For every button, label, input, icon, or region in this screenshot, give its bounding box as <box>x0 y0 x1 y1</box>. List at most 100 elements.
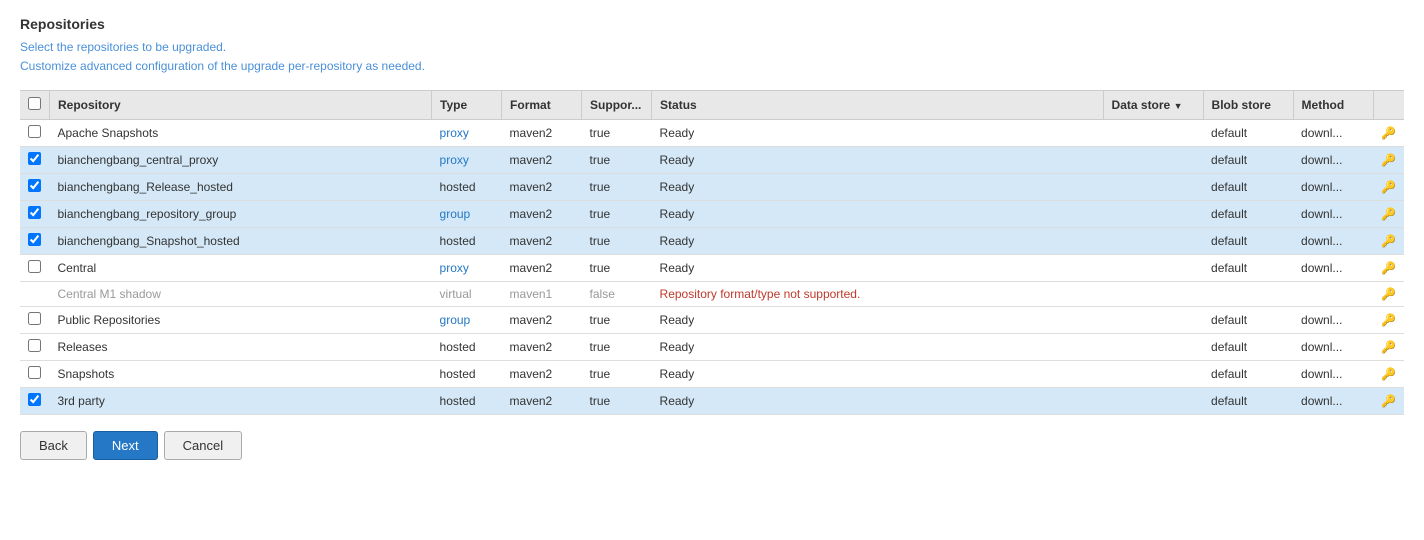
row-repository: Central <box>50 255 432 282</box>
select-all-checkbox[interactable] <box>28 97 41 110</box>
key-icon[interactable]: 🔑 <box>1381 367 1396 381</box>
row-checkbox[interactable] <box>28 339 41 352</box>
row-checkbox[interactable] <box>28 312 41 325</box>
row-type: proxy <box>432 147 502 174</box>
row-checkbox-cell[interactable] <box>20 388 50 415</box>
row-action[interactable]: 🔑 <box>1373 307 1404 334</box>
row-checkbox[interactable] <box>28 366 41 379</box>
row-datastore <box>1103 147 1203 174</box>
row-type: group <box>432 201 502 228</box>
row-support: true <box>582 120 652 147</box>
row-status: Ready <box>652 174 1104 201</box>
table-row: Snapshotshostedmaven2trueReadydefaultdow… <box>20 361 1404 388</box>
row-method: downl... <box>1293 307 1373 334</box>
table-row: bianchengbang_repository_groupgroupmaven… <box>20 201 1404 228</box>
key-icon[interactable]: 🔑 <box>1381 234 1396 248</box>
key-icon[interactable]: 🔑 <box>1381 180 1396 194</box>
row-datastore <box>1103 255 1203 282</box>
row-checkbox[interactable] <box>28 393 41 406</box>
row-repository: bianchengbang_central_proxy <box>50 147 432 174</box>
key-icon[interactable]: 🔑 <box>1381 313 1396 327</box>
key-icon[interactable]: 🔑 <box>1381 126 1396 140</box>
row-method: downl... <box>1293 255 1373 282</box>
col-header-support: Suppor... <box>582 91 652 120</box>
row-repository: bianchengbang_Release_hosted <box>50 174 432 201</box>
row-type: proxy <box>432 255 502 282</box>
row-checkbox-cell[interactable] <box>20 174 50 201</box>
row-status: Repository format/type not supported. <box>652 282 1104 307</box>
row-datastore <box>1103 282 1203 307</box>
row-support: true <box>582 228 652 255</box>
col-header-method: Method <box>1293 91 1373 120</box>
col-header-checkbox[interactable] <box>20 91 50 120</box>
row-action[interactable]: 🔑 <box>1373 147 1404 174</box>
row-checkbox-cell[interactable] <box>20 334 50 361</box>
row-datastore <box>1103 361 1203 388</box>
row-checkbox-cell[interactable] <box>20 282 50 307</box>
key-icon[interactable]: 🔑 <box>1381 394 1396 408</box>
row-datastore <box>1103 388 1203 415</box>
key-icon[interactable]: 🔑 <box>1381 261 1396 275</box>
table-row: Central M1 shadowvirtualmaven1falseRepos… <box>20 282 1404 307</box>
row-action[interactable]: 🔑 <box>1373 174 1404 201</box>
row-format: maven2 <box>502 388 582 415</box>
key-icon[interactable]: 🔑 <box>1381 153 1396 167</box>
key-icon[interactable]: 🔑 <box>1381 340 1396 354</box>
row-checkbox[interactable] <box>28 179 41 192</box>
row-status: Ready <box>652 228 1104 255</box>
row-status: Ready <box>652 201 1104 228</box>
row-action[interactable]: 🔑 <box>1373 228 1404 255</box>
row-action[interactable]: 🔑 <box>1373 255 1404 282</box>
row-blobstore: default <box>1203 255 1293 282</box>
row-format: maven2 <box>502 255 582 282</box>
next-button[interactable]: Next <box>93 431 158 460</box>
subtitle: Select the repositories to be upgraded. … <box>20 38 1404 76</box>
row-action[interactable]: 🔑 <box>1373 120 1404 147</box>
row-blobstore <box>1203 282 1293 307</box>
row-action[interactable]: 🔑 <box>1373 201 1404 228</box>
row-format: maven2 <box>502 228 582 255</box>
row-repository: Apache Snapshots <box>50 120 432 147</box>
row-checkbox[interactable] <box>28 260 41 273</box>
row-action[interactable]: 🔑 <box>1373 334 1404 361</box>
row-datastore <box>1103 334 1203 361</box>
row-status: Ready <box>652 307 1104 334</box>
row-support: true <box>582 307 652 334</box>
col-header-blobstore: Blob store <box>1203 91 1293 120</box>
row-status: Ready <box>652 388 1104 415</box>
table-row: Centralproxymaven2trueReadydefaultdownl.… <box>20 255 1404 282</box>
row-support: true <box>582 255 652 282</box>
row-method: downl... <box>1293 174 1373 201</box>
row-type: virtual <box>432 282 502 307</box>
row-blobstore: default <box>1203 334 1293 361</box>
row-checkbox[interactable] <box>28 206 41 219</box>
row-checkbox[interactable] <box>28 233 41 246</box>
row-checkbox-cell[interactable] <box>20 307 50 334</box>
row-checkbox-cell[interactable] <box>20 201 50 228</box>
col-header-status: Status <box>652 91 1104 120</box>
row-checkbox-cell[interactable] <box>20 361 50 388</box>
row-action[interactable]: 🔑 <box>1373 388 1404 415</box>
row-action[interactable]: 🔑 <box>1373 361 1404 388</box>
back-button[interactable]: Back <box>20 431 87 460</box>
col-header-datastore[interactable]: Data store ▼ <box>1103 91 1203 120</box>
row-action: 🔑 <box>1373 282 1404 307</box>
row-checkbox[interactable] <box>28 152 41 165</box>
table-row: 3rd partyhostedmaven2trueReadydefaultdow… <box>20 388 1404 415</box>
key-icon[interactable]: 🔑 <box>1381 207 1396 221</box>
row-datastore <box>1103 307 1203 334</box>
col-header-repository[interactable]: Repository <box>50 91 432 120</box>
cancel-button[interactable]: Cancel <box>164 431 242 460</box>
row-checkbox-cell[interactable] <box>20 120 50 147</box>
row-support: false <box>582 282 652 307</box>
row-datastore <box>1103 228 1203 255</box>
table-row: Public Repositoriesgroupmaven2trueReadyd… <box>20 307 1404 334</box>
row-datastore <box>1103 174 1203 201</box>
row-status: Ready <box>652 147 1104 174</box>
row-checkbox-cell[interactable] <box>20 147 50 174</box>
row-blobstore: default <box>1203 361 1293 388</box>
row-blobstore: default <box>1203 388 1293 415</box>
row-checkbox-cell[interactable] <box>20 255 50 282</box>
row-checkbox-cell[interactable] <box>20 228 50 255</box>
row-checkbox[interactable] <box>28 125 41 138</box>
